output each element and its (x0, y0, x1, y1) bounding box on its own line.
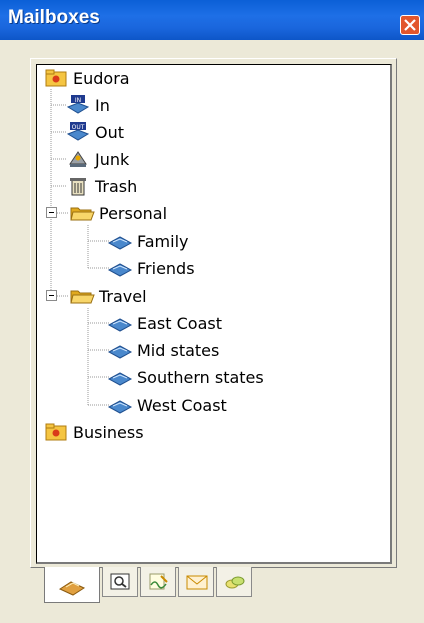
close-icon (404, 19, 416, 31)
tree-item-label: Family (137, 231, 189, 251)
tab-stationery[interactable] (178, 567, 214, 597)
tree-item-travel[interactable]: Travel (69, 283, 147, 309)
tree-item-label: Travel (99, 286, 147, 306)
tree-item-east-coast[interactable]: East Coast (107, 310, 222, 336)
mailbox-icon (107, 263, 133, 277)
tree-item-label: In (95, 95, 110, 115)
tree-item-label: Business (73, 422, 144, 442)
tree-item-label: Out (95, 122, 125, 142)
mailbox-icon (107, 345, 133, 359)
tree-item-label: Trash (95, 176, 138, 196)
mailboxes-icon (58, 581, 86, 596)
tree-item-mid-states[interactable]: Mid states (107, 337, 219, 363)
tab-personalities[interactable] (216, 567, 252, 597)
mailbox-icon (107, 372, 133, 386)
tree-item-label: Mid states (137, 340, 220, 360)
tree-item-personal[interactable]: Personal (69, 200, 167, 226)
signature-icon (149, 573, 168, 590)
tree-item-label: East Coast (137, 313, 222, 333)
tree-item-family[interactable]: Family (107, 228, 188, 254)
personalities-icon (225, 576, 245, 589)
tree-item-label: Southern states (137, 367, 264, 387)
collapse-personal-button[interactable] (46, 207, 57, 218)
tree-item-label: Eudora (73, 68, 130, 88)
tree-item-trash[interactable]: Trash (65, 173, 137, 199)
tab-mailboxes[interactable] (44, 567, 100, 603)
tab-strip (44, 567, 284, 605)
window-title: Mailboxes (8, 7, 100, 28)
mailbox-icon (107, 400, 133, 414)
mailbox-tree[interactable]: Eudora IN In OUT Out Junk Trash Personal… (36, 64, 392, 564)
in-mailbox-icon: IN (66, 95, 90, 114)
open-folder-icon (70, 207, 95, 221)
tab-signatures[interactable] (140, 567, 176, 597)
mailbox-icon (107, 236, 133, 250)
out-mailbox-icon: OUT (66, 122, 90, 141)
tree-item-southern-states[interactable]: Southern states (107, 364, 264, 390)
collapse-travel-button[interactable] (46, 290, 57, 301)
tree-item-in[interactable]: IN In (65, 92, 110, 118)
trash-icon (70, 178, 86, 196)
tree-item-label: West Coast (137, 395, 227, 415)
tree-item-west-coast[interactable]: West Coast (107, 392, 227, 418)
mailbox-icon (107, 318, 133, 332)
title-bar[interactable]: Mailboxes (0, 0, 424, 40)
tree-item-eudora[interactable]: Eudora (43, 65, 130, 91)
tree-item-out[interactable]: OUT Out (65, 119, 124, 145)
stationery-icon (186, 575, 208, 590)
mailbox-folder-icon (45, 69, 67, 87)
mailbox-folder-icon (45, 423, 67, 441)
close-button[interactable] (400, 15, 420, 35)
mailboxes-window: Mailboxes Eudora IN In OUT Out Junk Tras… (0, 0, 424, 623)
tree-item-label: Personal (99, 203, 168, 223)
tree-item-business[interactable]: Business (43, 419, 144, 445)
find-icon (110, 573, 130, 590)
junk-mailbox-icon (69, 151, 87, 167)
open-folder-icon (70, 290, 95, 304)
tree-item-friends[interactable]: Friends (107, 255, 195, 281)
tree-item-junk[interactable]: Junk (65, 146, 129, 172)
tree-item-label: Junk (95, 149, 130, 169)
tab-find[interactable] (102, 567, 138, 597)
tree-item-label: Friends (137, 258, 195, 278)
